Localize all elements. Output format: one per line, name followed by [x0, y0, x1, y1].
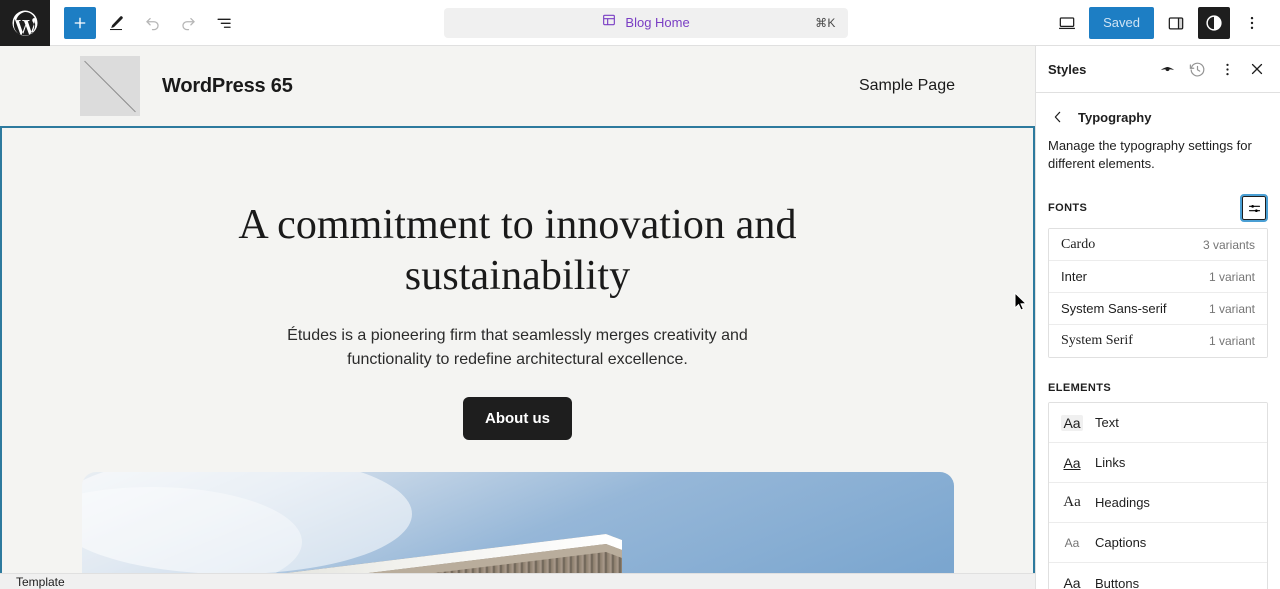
styles-sidebar: Styles Typography Manage the typography … [1035, 46, 1280, 589]
save-button[interactable]: Saved [1089, 6, 1154, 39]
site-header-block[interactable]: WordPress 65 Sample Page [0, 46, 1035, 126]
font-row-system-serif[interactable]: System Serif 1 variant [1049, 325, 1267, 358]
element-label: Links [1095, 455, 1126, 471]
elements-section-header: ELEMENTS [1036, 358, 1280, 402]
eye-icon[interactable] [1152, 54, 1182, 84]
command-bar[interactable]: Blog Home ⌘K [443, 7, 848, 38]
font-variants: 3 variants [1202, 237, 1255, 252]
edit-pencil-icon[interactable] [100, 7, 132, 39]
more-options-icon[interactable] [1236, 7, 1268, 39]
site-title[interactable]: WordPress 65 [162, 75, 293, 98]
hero-heading[interactable]: A commitment to innovation and sustainab… [238, 200, 798, 302]
desktop-view-icon[interactable] [1051, 7, 1083, 39]
selected-block-region[interactable]: A commitment to innovation and sustainab… [0, 126, 1035, 573]
captions-sample-icon: Aa [1064, 535, 1080, 550]
hero-image[interactable] [81, 472, 954, 573]
nav-item-sample-page[interactable]: Sample Page [859, 77, 955, 95]
elements-section-title: ELEMENTS [1048, 382, 1112, 395]
command-bar-shortcut: ⌘K [815, 15, 836, 30]
element-label: Buttons [1095, 575, 1140, 589]
element-label: Captions [1095, 535, 1147, 551]
fonts-section-title: FONTS [1048, 202, 1088, 215]
undo-icon[interactable] [136, 7, 168, 39]
text-sample-icon: Aa [1061, 414, 1083, 431]
fonts-section-header: FONTS [1036, 172, 1280, 228]
add-block-button[interactable] [64, 6, 96, 39]
hero-section: A commitment to innovation and sustainab… [2, 128, 1033, 573]
element-label: Text [1095, 415, 1119, 431]
font-row-system-sans-serif[interactable]: System Sans-serif 1 variant [1049, 293, 1267, 326]
editor-canvas[interactable]: WordPress 65 Sample Page A commitment to… [0, 46, 1035, 573]
template-icon [601, 12, 617, 33]
top-bar-tools [50, 6, 240, 39]
font-variants: 1 variant [1208, 301, 1255, 316]
close-icon[interactable] [1242, 54, 1272, 84]
site-logo-placeholder-icon[interactable] [80, 56, 140, 116]
status-bar-label: Template [16, 574, 65, 589]
styles-contrast-icon[interactable] [1198, 6, 1230, 39]
element-row-buttons[interactable]: Aa Buttons [1049, 563, 1267, 589]
list-view-icon[interactable] [208, 7, 240, 39]
styles-more-options-icon[interactable] [1212, 54, 1242, 84]
element-row-links[interactable]: Aa Links [1049, 443, 1267, 484]
command-bar-wrap: Blog Home ⌘K [240, 7, 1051, 38]
redo-icon[interactable] [172, 7, 204, 39]
font-name: System Serif [1061, 333, 1133, 349]
font-row-cardo[interactable]: Cardo 3 variants [1049, 229, 1267, 262]
editor-top-bar: Blog Home ⌘K Saved [0, 0, 1280, 46]
editor-status-bar: Template [0, 573, 1035, 589]
hero-paragraph[interactable]: Études is a pioneering firm that seamles… [278, 324, 758, 371]
font-row-inter[interactable]: Inter 1 variant [1049, 261, 1267, 294]
links-sample-icon: Aa [1063, 454, 1081, 471]
font-variants: 1 variant [1208, 269, 1255, 284]
wordpress-logo-icon[interactable] [0, 0, 50, 46]
site-branding: WordPress 65 [80, 56, 293, 116]
buttons-sample-icon: Aa [1063, 575, 1081, 589]
element-row-captions[interactable]: Aa Captions [1049, 523, 1267, 564]
font-name: Cardo [1061, 236, 1096, 252]
font-name: System Sans-serif [1061, 301, 1167, 317]
headings-sample-icon: Aa [1063, 494, 1081, 511]
element-row-text[interactable]: Aa Text [1049, 403, 1267, 444]
command-bar-label: Blog Home [625, 15, 690, 30]
styles-panel-title: Styles [1048, 61, 1087, 77]
font-name: Inter [1061, 269, 1088, 285]
panel-heading: Typography [1078, 109, 1152, 125]
panel-description: Manage the typography settings for diffe… [1048, 138, 1252, 171]
styles-panel-header: Styles [1036, 46, 1280, 93]
top-bar-actions: Saved [1051, 6, 1280, 39]
element-label: Headings [1095, 495, 1150, 511]
font-variants: 1 variant [1208, 334, 1255, 349]
elements-list: Aa Text Aa Links Aa Headings Aa Captions… [1048, 402, 1268, 589]
about-us-button[interactable]: About us [463, 397, 572, 441]
command-bar-content: Blog Home [444, 12, 848, 33]
sliders-icon[interactable] [1240, 194, 1268, 223]
revisions-clock-icon[interactable] [1182, 54, 1212, 84]
sidebar-toggle-icon[interactable] [1160, 7, 1192, 39]
fonts-list: Cardo 3 variants Inter 1 variant System … [1048, 228, 1268, 359]
chevron-left-icon[interactable] [1048, 107, 1068, 127]
editor-root: Blog Home ⌘K Saved WordPress 65 Sample P… [0, 0, 1280, 589]
typography-panel-nav: Typography [1036, 93, 1280, 127]
element-row-headings[interactable]: Aa Headings [1049, 483, 1267, 524]
